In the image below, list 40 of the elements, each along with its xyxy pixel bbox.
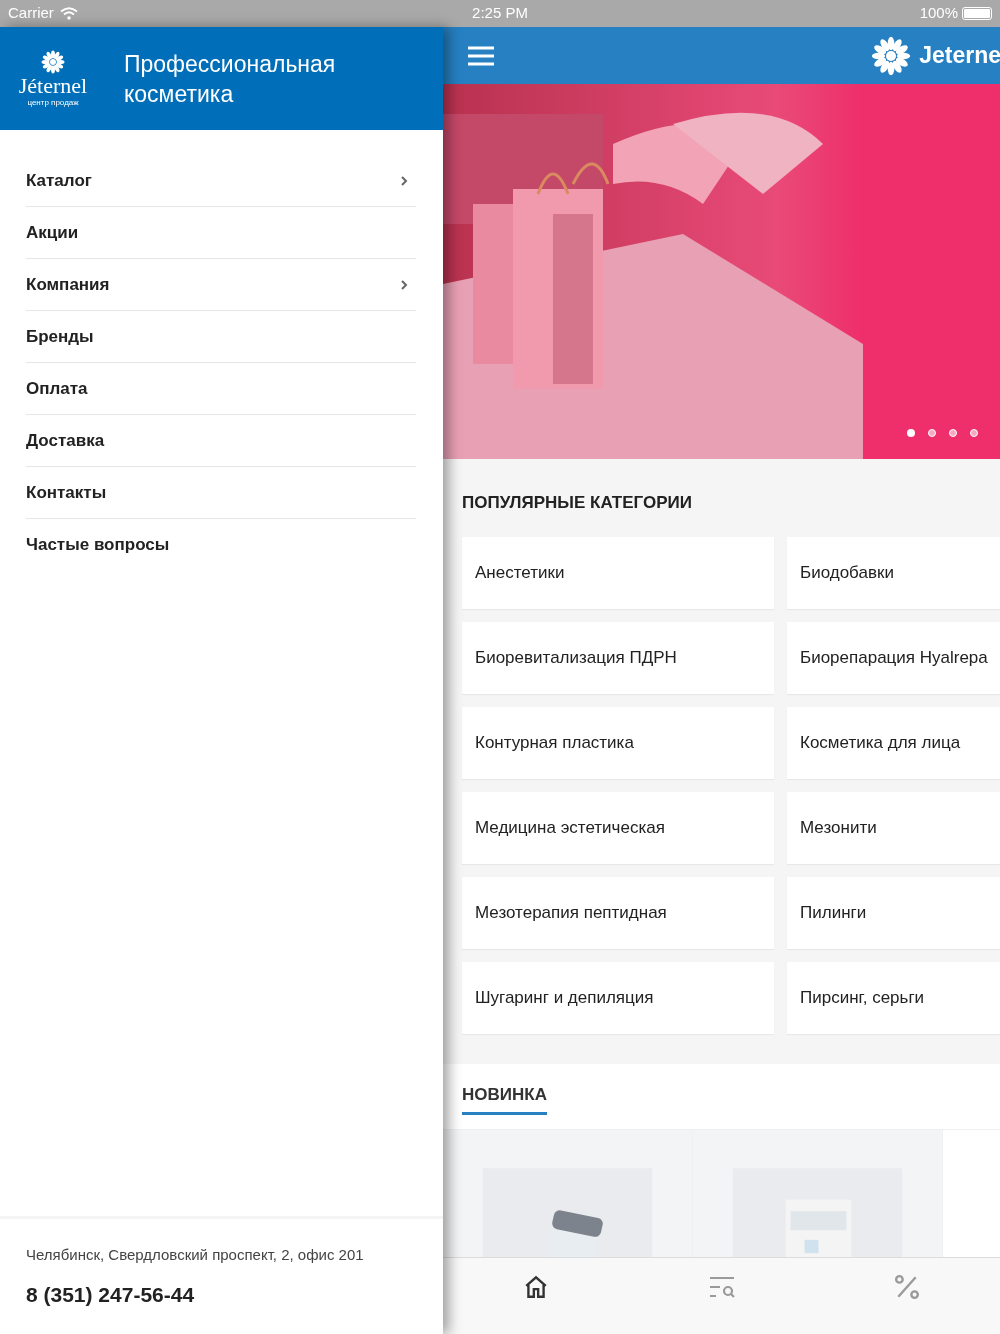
menu-item[interactable]: Оплата — [26, 363, 416, 415]
menu-item[interactable]: Контакты — [26, 467, 416, 519]
carrier-label: Carrier — [8, 3, 54, 24]
logo-name: Jéternel — [18, 74, 88, 98]
percent-icon[interactable] — [894, 1274, 921, 1300]
phone-number[interactable]: 8 (351) 247-56-44 — [26, 1278, 443, 1310]
status-time: 2:25 PM — [472, 3, 528, 24]
menu-item[interactable]: Акции — [26, 207, 416, 259]
category-card[interactable]: Косметика для лица — [787, 706, 1000, 779]
section-title: ПОПУЛЯРНЫЕ КАТЕГОРИИ — [462, 492, 693, 514]
category-card[interactable]: Пирсинг, серьги — [787, 961, 1000, 1034]
category-card[interactable]: Медицина эстетическая — [462, 791, 774, 864]
drawer-title: Профессиональная косметика — [124, 49, 337, 109]
brand-name: Jeterne — [919, 41, 1000, 71]
wifi-icon — [59, 7, 78, 20]
menu-item[interactable]: Частые вопросы — [26, 519, 416, 571]
chevron-right-icon — [400, 174, 408, 187]
menu-item[interactable]: Доставка — [26, 415, 416, 467]
menu-icon[interactable] — [468, 44, 494, 67]
category-card[interactable]: Мезонити — [787, 791, 1000, 864]
chevron-right-icon — [400, 278, 408, 291]
category-card[interactable]: Биорепарация Hyalrepa — [787, 621, 1000, 694]
category-card[interactable]: Пилинги — [787, 876, 1000, 949]
category-card[interactable]: Шугаринг и депиляция — [462, 961, 774, 1034]
menu-item[interactable]: Компания — [26, 259, 416, 311]
menu-item[interactable]: Каталог — [26, 155, 416, 207]
category-card[interactable]: Мезотерапия пептидная — [462, 876, 774, 949]
category-card[interactable]: Контурная пластика — [462, 706, 774, 779]
logo-flower-icon — [41, 50, 65, 74]
battery-percent: 100% — [919, 3, 958, 24]
menu-item[interactable]: Бренды — [26, 311, 416, 363]
battery-icon — [962, 7, 992, 20]
section-tab[interactable]: НОВИНКА — [462, 1081, 547, 1115]
logo-tagline: центр продаж — [27, 98, 79, 107]
category-card[interactable]: Биоревитализация ПДРН — [462, 621, 774, 694]
address-text: Челябинск, Свердловский проспект, 2, офис 201 — [26, 1245, 365, 1265]
category-card[interactable]: Анестетики — [462, 536, 774, 609]
category-card[interactable]: Биодобавки — [787, 536, 1000, 609]
brand-flower-icon — [871, 35, 912, 76]
list-search-icon[interactable] — [707, 1274, 736, 1300]
